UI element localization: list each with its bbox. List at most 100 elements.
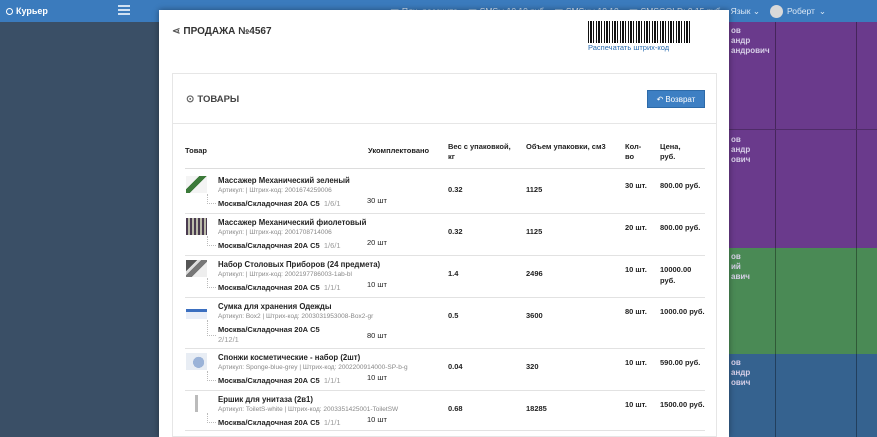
column-divider [856, 22, 857, 129]
product-thumbnail [186, 353, 207, 370]
tree-connector [207, 278, 216, 288]
product-article: Артикул: Sponge-blue-grey | Штрих-код: 2… [218, 364, 408, 371]
table-row: Массажер Механический зеленый Артикул: | … [185, 172, 705, 214]
count-value: 10 шт. [625, 265, 647, 274]
return-button[interactable]: ↶ Возврат [647, 90, 705, 108]
table-row: Набор Столовых Приборов (24 предмета) Арт… [185, 256, 705, 298]
price-value: 800.00 руб. [660, 223, 701, 232]
warehouse-name: Москва/Складочная 20А С5 [218, 325, 320, 334]
sale-modal: ⋖ ПРОДАЖА №4567 Распечатать штрих-код ⊙ … [159, 10, 729, 437]
column-divider [856, 248, 857, 354]
menu-toggle-icon[interactable] [118, 5, 130, 15]
print-barcode-link[interactable]: Распечатать штрих-код [588, 43, 669, 52]
product-thumbnail [186, 260, 207, 277]
warehouse-cell: 1/6/1 [323, 199, 341, 208]
warehouse-location: Москва/Складочная 20А С5 1/6/1 [218, 199, 341, 208]
background-card-2: ов ий авич [729, 248, 877, 354]
weight-value: 1.4 [448, 269, 459, 278]
warehouse-location: Москва/Складочная 20А С5 2/12/1 [218, 325, 328, 345]
background-card-1: ов андр ович [729, 129, 877, 248]
divider [173, 123, 716, 124]
warehouse-location: Москва/Складочная 20А С5 1/1/1 [218, 418, 341, 427]
header-price: Цена, руб. [660, 142, 681, 161]
map-pin-icon: ⊙ [186, 94, 195, 105]
product-article: Артикул: ToiletS-white | Штрих-код: 2003… [218, 406, 399, 413]
product-name[interactable]: Сумка для хранения Одежды [218, 302, 332, 311]
header-count: Кол-во [625, 142, 642, 161]
count-value: 30 шт. [625, 181, 647, 190]
assembled-qty: 80 шт [367, 331, 387, 340]
weight-value: 0.32 [448, 227, 463, 236]
product-name[interactable]: Массажер Механический фиолетовый [218, 218, 366, 227]
share-icon: ⋖ [172, 26, 181, 37]
product-name[interactable]: Ершик для унитаза (2в1) [218, 395, 313, 404]
warehouse-location: Москва/Складочная 20А С5 1/1/1 [218, 376, 341, 385]
table-header: Товар Укомплектовано Вес с упаковкой, кг… [185, 132, 705, 172]
count-value: 10 шт. [625, 358, 647, 367]
product-name[interactable]: Спонжи косметические - набор (2шт) [218, 353, 360, 362]
column-divider [856, 130, 857, 248]
column-divider [775, 354, 776, 437]
modal-header: ⋖ ПРОДАЖА №4567 [172, 26, 272, 37]
product-name[interactable]: Массажер Механический зеленый [218, 176, 350, 185]
divider [185, 168, 705, 169]
column-divider [775, 130, 776, 248]
price-value: 590.00 руб. [660, 358, 701, 367]
header-volume: Объем упаковки, см3 [526, 142, 606, 151]
user-menu[interactable]: Роберт ⌄ [769, 4, 826, 18]
price-value: 1500.00 руб. [660, 400, 705, 409]
tree-connector [207, 194, 216, 204]
product-article: Артикул: | Штрих-код: 2002197786003-1ab-… [218, 271, 352, 278]
volume-value: 1125 [526, 227, 543, 236]
volume-value: 320 [526, 362, 539, 371]
warehouse-cell: 1/6/1 [323, 241, 341, 250]
price-value: 10000.00 руб. [660, 265, 692, 285]
assembled-qty: 30 шт [367, 196, 387, 205]
price-value: 1000.00 руб. [660, 307, 705, 316]
row-divider [185, 430, 705, 431]
warehouse-name: Москва/Складочная 20А С5 [218, 376, 320, 385]
volume-value: 18285 [526, 404, 547, 413]
modal-title: ПРОДАЖА №4567 [183, 26, 272, 37]
assembled-qty: 20 шт [367, 238, 387, 247]
assembled-qty: 10 шт [367, 373, 387, 382]
product-name[interactable]: Набор Столовых Приборов (24 предмета) [218, 260, 380, 269]
warehouse-name: Москва/Складочная 20А С5 [218, 418, 320, 427]
panel-title: ТОВАРЫ [197, 94, 240, 105]
warehouse-cell: 1/1/1 [323, 418, 341, 427]
tree-connector [207, 320, 216, 336]
header-product: Товар [185, 146, 207, 155]
table-row: Сумка для хранения Одежды Артикул: Box2 |… [185, 298, 705, 349]
language-menu[interactable]: Язык ⌄ [731, 6, 760, 17]
undo-icon: ↶ [656, 94, 664, 104]
app-brand[interactable]: Курьер [0, 6, 48, 16]
product-thumbnail [186, 176, 207, 193]
count-value: 20 шт. [625, 223, 647, 232]
volume-value: 2496 [526, 269, 543, 278]
product-article: Артикул: | Штрих-код: 2001674259006 [218, 187, 332, 194]
warehouse-name: Москва/Складочная 20А С5 [218, 241, 320, 250]
table-row: Массажер Механический фиолетовый Артикул:… [185, 214, 705, 256]
background-card-0: ов андр андрович [729, 22, 877, 129]
header-assembled: Укомплектовано [368, 146, 430, 155]
weight-value: 0.5 [448, 311, 459, 320]
table-row: Спонжи косметические - набор (2шт) Артику… [185, 349, 705, 391]
courier-logo-icon [6, 7, 13, 15]
product-thumbnail [186, 395, 207, 412]
avatar [769, 4, 783, 18]
assembled-qty: 10 шт [367, 280, 387, 289]
panel-header: ⊙ ТОВАРЫ [186, 94, 239, 105]
background-card-3: ов андр ович [729, 354, 877, 437]
price-value: 800.00 руб. [660, 181, 701, 190]
tree-connector [207, 236, 216, 246]
warehouse-location: Москва/Складочная 20А С5 1/1/1 [218, 283, 341, 292]
app-title: Курьер [16, 6, 48, 16]
product-article: Артикул: | Штрих-код: 2001708714006 [218, 229, 332, 236]
barcode-image [588, 21, 692, 43]
warehouse-name: Москва/Складочная 20А С5 [218, 199, 320, 208]
product-article: Артикул: Box2 | Штрих-код: 2003031953008… [218, 313, 374, 320]
weight-value: 0.68 [448, 404, 463, 413]
count-value: 10 шт. [625, 400, 647, 409]
column-divider [856, 354, 857, 437]
warehouse-cell: 2/12/1 [218, 335, 239, 344]
